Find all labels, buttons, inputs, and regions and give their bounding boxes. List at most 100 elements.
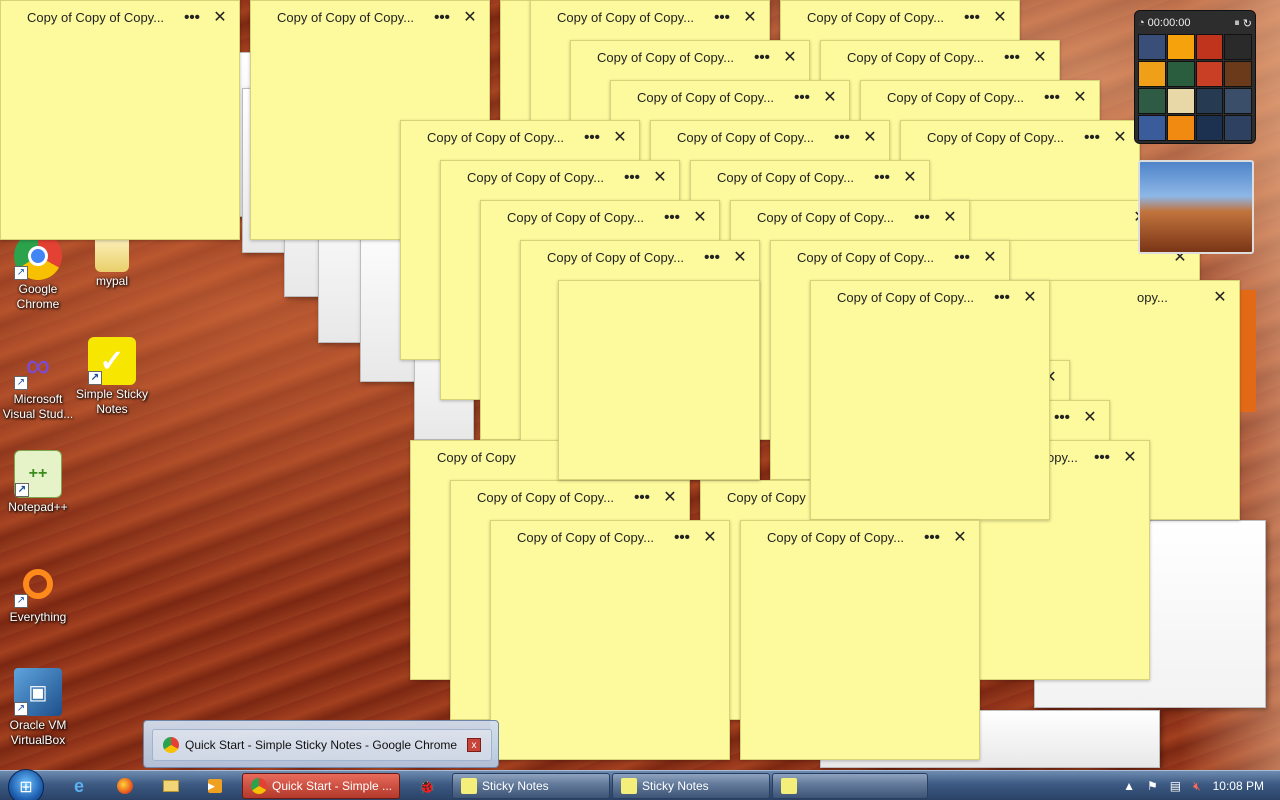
close-icon[interactable]: x	[467, 738, 481, 752]
sticky-note-titlebar[interactable]: Copy of Copy of Copy... ••• ✕	[821, 41, 1059, 73]
sticky-note-titlebar[interactable]: Copy of Copy of Copy... ••• ✕	[811, 281, 1049, 313]
more-options-icon[interactable]: •••	[1081, 129, 1103, 146]
network-icon[interactable]: ▤	[1170, 779, 1181, 793]
more-options-icon[interactable]: •••	[701, 249, 723, 266]
desktop-icon-mypal[interactable]: mypal	[74, 232, 150, 289]
puzzle-grid[interactable]	[1138, 34, 1252, 141]
sticky-note[interactable]: Copy of Copy of Copy... ••• ✕	[0, 0, 240, 240]
internet-explorer-icon[interactable]: e	[62, 774, 96, 798]
more-options-icon[interactable]: •••	[1041, 89, 1063, 106]
more-options-icon[interactable]: •••	[1091, 449, 1113, 466]
sticky-note-titlebar[interactable]: Copy of Copy of Copy... ••• ✕	[1, 1, 239, 33]
close-icon[interactable]: ✕	[1079, 407, 1101, 427]
puzzle-gadget[interactable]: ◔ 00:00:00 ⏸ ↻	[1134, 10, 1256, 144]
sticky-note-titlebar[interactable]: Copy of Copy of Copy... ••• ✕	[481, 201, 719, 233]
close-icon[interactable]: ✕	[989, 7, 1011, 27]
sticky-note[interactable]: Copy of Copy of Copy... ••• ✕	[740, 520, 980, 760]
close-icon[interactable]: ✕	[819, 87, 841, 107]
close-icon[interactable]: ✕	[939, 207, 961, 227]
sticky-note-titlebar[interactable]: Copy of Copy of Copy... ••• ✕	[491, 521, 729, 553]
windows-start-icon[interactable]: ⊞	[8, 769, 44, 800]
sticky-note-titlebar[interactable]: Copy of Copy of Copy... ••• ✕	[251, 1, 489, 33]
taskbar-task-sticky-notes[interactable]: Sticky Notes	[612, 773, 770, 799]
close-icon[interactable]: ✕	[689, 207, 711, 227]
taskbar-task-sticky-notes-group[interactable]	[772, 773, 928, 799]
volume-muted-icon[interactable]: 🔇︎	[1193, 779, 1201, 794]
more-options-icon[interactable]: •••	[1001, 49, 1023, 66]
sticky-note[interactable]: Copy of Copy of Copy... ••• ✕	[490, 520, 730, 760]
sticky-note[interactable]: Copy of Copy of Copy... ••• ✕	[810, 280, 1050, 520]
close-icon[interactable]: ✕	[459, 7, 481, 27]
more-options-icon[interactable]: •••	[671, 529, 693, 546]
show-hidden-icons-icon[interactable]: ▲	[1123, 779, 1135, 793]
close-icon[interactable]: ✕	[899, 167, 921, 187]
close-icon[interactable]: ✕	[739, 7, 761, 27]
close-icon[interactable]: ✕	[859, 127, 881, 147]
close-icon[interactable]: ✕	[1069, 87, 1091, 107]
more-options-icon[interactable]: •••	[631, 489, 653, 506]
sticky-note-titlebar[interactable]: Copy of Copy of Copy... ••• ✕	[531, 1, 769, 33]
sticky-note-titlebar[interactable]: Copy of Copy of Copy... ••• ✕	[611, 81, 849, 113]
close-icon[interactable]: ✕	[1109, 127, 1131, 147]
close-icon[interactable]: ✕	[1209, 287, 1231, 307]
more-options-icon[interactable]: •••	[831, 129, 853, 146]
more-options-icon[interactable]: •••	[1051, 409, 1073, 426]
sticky-note-titlebar[interactable]: Copy of Copy of Copy... ••• ✕	[571, 41, 809, 73]
more-options-icon[interactable]: •••	[621, 169, 643, 186]
sticky-note-titlebar[interactable]: Copy of Copy of Copy... ••• ✕	[741, 521, 979, 553]
sticky-note-titlebar[interactable]: Copy of Copy of Copy... ••• ✕	[521, 241, 759, 273]
bug-app-icon[interactable]: 🐞	[410, 774, 444, 798]
close-icon[interactable]: ✕	[699, 527, 721, 547]
sticky-note-titlebar[interactable]: Copy of Copy of Copy... ••• ✕	[731, 201, 969, 233]
sticky-note-titlebar[interactable]: ✕	[941, 201, 1159, 233]
close-icon[interactable]: ✕	[979, 247, 1001, 267]
more-options-icon[interactable]: •••	[581, 129, 603, 146]
more-options-icon[interactable]: •••	[431, 9, 453, 26]
more-options-icon[interactable]: •••	[661, 209, 683, 226]
desktop-icon-simple-sticky-notes[interactable]: ✓ ↗ Simple Sticky Notes	[74, 337, 150, 417]
more-options-icon[interactable]: •••	[911, 209, 933, 226]
media-player-icon[interactable]: ▶	[198, 774, 232, 798]
sticky-note-titlebar[interactable]: Copy of Copy of Copy... ••• ✕	[651, 121, 889, 153]
desktop-icon-everything[interactable]: ↗ Everything	[0, 560, 76, 625]
close-icon[interactable]: ✕	[729, 247, 751, 267]
thumbnail-title-row[interactable]: Quick Start - Simple Sticky Notes - Goog…	[152, 729, 492, 761]
more-options-icon[interactable]: •••	[961, 9, 983, 26]
taskbar-task-chrome[interactable]: Quick Start - Simple ...	[242, 773, 400, 799]
close-icon[interactable]: ✕	[659, 487, 681, 507]
more-options-icon[interactable]: •••	[181, 9, 203, 26]
close-icon[interactable]: ✕	[649, 167, 671, 187]
close-icon[interactable]: ✕	[1029, 47, 1051, 67]
more-options-icon[interactable]: •••	[921, 529, 943, 546]
close-icon[interactable]: ✕	[1019, 287, 1041, 307]
action-center-flag-icon[interactable]: ⚑	[1147, 779, 1158, 793]
sticky-note-titlebar[interactable]: Copy of Copy of Copy... ••• ✕	[441, 161, 679, 193]
more-options-icon[interactable]: •••	[871, 169, 893, 186]
desktop-icon-virtualbox[interactable]: ▣ ↗ Oracle VM VirtualBox	[0, 668, 76, 748]
sticky-note-titlebar[interactable]: Copy of Copy of Copy... ••• ✕	[781, 1, 1019, 33]
more-options-icon[interactable]: •••	[991, 289, 1013, 306]
close-icon[interactable]: ✕	[779, 47, 801, 67]
sticky-note-titlebar[interactable]: Copy of Copy of Copy... ••• ✕	[401, 121, 639, 153]
desktop-icon-visual-studio[interactable]: ∞ ↗ Microsoft Visual Stud...	[0, 342, 76, 422]
firefox-icon[interactable]	[108, 774, 142, 798]
sticky-note-titlebar[interactable]: Copy of Copy of Copy... ••• ✕	[451, 481, 689, 513]
sticky-note-titlebar[interactable]: Copy of Copy of Copy... ••• ✕	[861, 81, 1099, 113]
taskbar-task-sticky-notes[interactable]: Sticky Notes	[452, 773, 610, 799]
close-icon[interactable]: ✕	[209, 7, 231, 27]
sticky-note-body[interactable]	[558, 280, 760, 480]
clock[interactable]: 10:08 PM	[1213, 779, 1264, 793]
more-options-icon[interactable]: •••	[791, 89, 813, 106]
taskbar-thumbnail-preview[interactable]: Quick Start - Simple Sticky Notes - Goog…	[143, 720, 499, 768]
desktop-icon-notepad-plus[interactable]: ++ ↗ Notepad++	[0, 450, 76, 515]
more-options-icon[interactable]: •••	[711, 9, 733, 26]
close-icon[interactable]: ✕	[609, 127, 631, 147]
sticky-note-titlebar[interactable]: Copy of Copy of Copy... ••• ✕	[691, 161, 929, 193]
sticky-note-titlebar[interactable]: Copy of Copy of Copy... ••• ✕	[771, 241, 1009, 273]
more-options-icon[interactable]: •••	[751, 49, 773, 66]
pause-icon[interactable]: ⏸	[1234, 17, 1240, 30]
desktop-icon-chrome[interactable]: ↗ Google Chrome	[0, 232, 76, 312]
close-icon[interactable]: ✕	[949, 527, 971, 547]
slideshow-gadget[interactable]	[1138, 160, 1254, 254]
close-icon[interactable]: ✕	[1119, 447, 1141, 467]
